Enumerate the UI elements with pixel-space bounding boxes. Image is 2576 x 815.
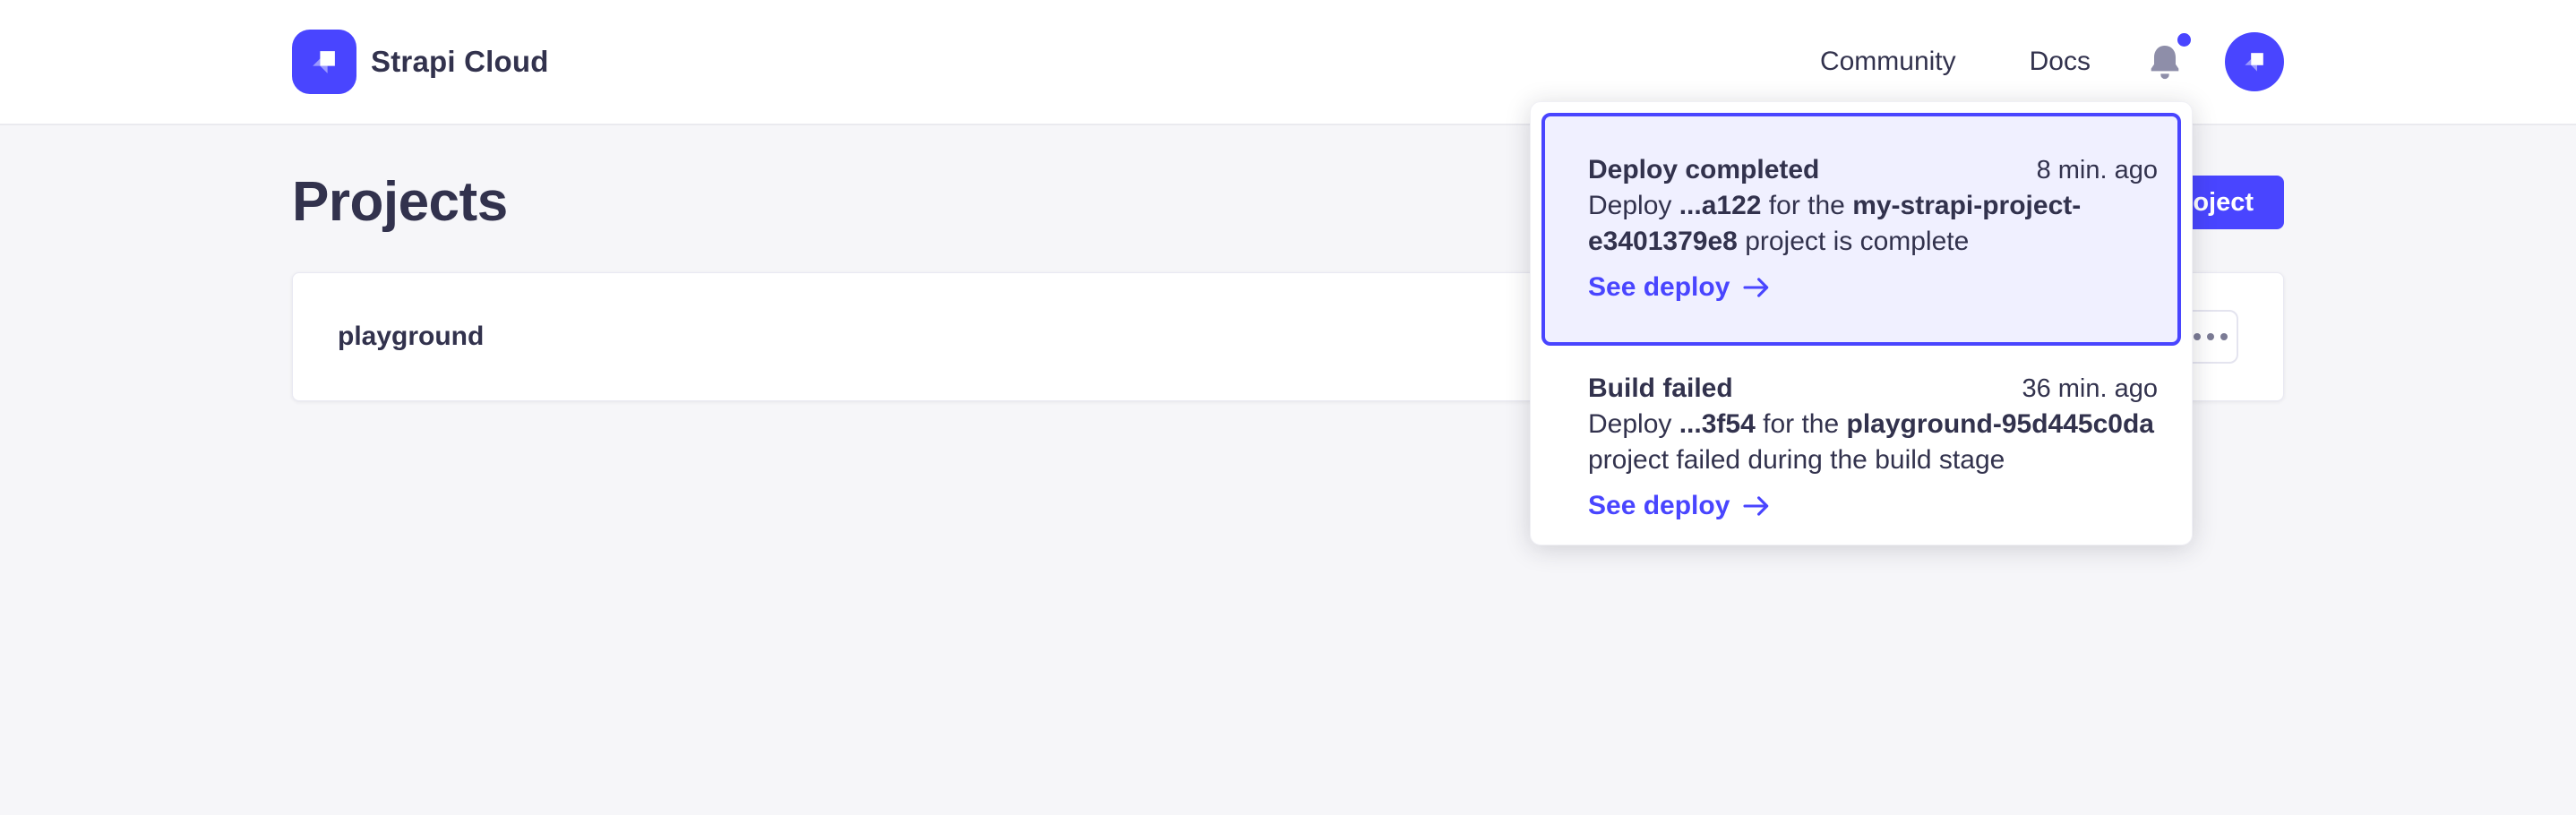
arrow-right-icon — [1742, 494, 1771, 518]
body-text: for the — [1761, 191, 1852, 220]
notification-title-row: Build failed 36 min. ago — [1588, 371, 2158, 407]
see-deploy-label: See deploy — [1588, 272, 1730, 303]
project-name: playground — [338, 322, 484, 352]
notifications-panel: Deploy completed 8 min. ago Deploy ...a1… — [1530, 101, 2193, 545]
notification-item-deploy-completed[interactable]: Deploy completed 8 min. ago Deploy ...a1… — [1541, 113, 2181, 346]
body-text: Deploy — [1588, 191, 1679, 220]
strapi-logo-icon — [292, 30, 356, 94]
nav-link-docs[interactable]: Docs — [2030, 47, 2091, 77]
body-text: project is complete — [1738, 227, 1969, 256]
user-avatar[interactable] — [2225, 32, 2284, 91]
bell-icon — [2150, 44, 2180, 80]
notification-title: Deploy completed — [1588, 152, 1819, 188]
project-ref: playground-95d445c0da — [1847, 409, 2154, 439]
notification-title-row: Deploy completed 8 min. ago — [1588, 152, 2158, 188]
see-deploy-label: See deploy — [1588, 491, 1730, 521]
see-deploy-link[interactable]: See deploy — [1588, 491, 1771, 521]
body-text: project failed during the build stage — [1588, 445, 2005, 475]
brand-name: Strapi Cloud — [371, 45, 549, 79]
notification-title: Build failed — [1588, 371, 1733, 407]
arrow-right-icon — [1742, 276, 1771, 299]
strapi-mark-icon — [2237, 45, 2271, 79]
notification-timestamp: 8 min. ago — [2037, 152, 2158, 188]
see-deploy-link[interactable]: See deploy — [1588, 272, 1771, 303]
deploy-hash: ...3f54 — [1679, 409, 1756, 439]
body-text: Deploy — [1588, 409, 1679, 439]
notification-body: Deploy ...3f54 for the playground-95d445… — [1588, 407, 2158, 478]
top-nav: Community Docs — [1820, 32, 2284, 91]
body-text: for the — [1756, 409, 1847, 439]
deploy-hash: ...a122 — [1679, 191, 1762, 220]
notifications-bell-button[interactable] — [2150, 44, 2180, 80]
notification-item-build-failed[interactable]: Build failed 36 min. ago Deploy ...3f54 … — [1541, 346, 2181, 534]
notification-body: Deploy ...a122 for the my-strapi-project… — [1588, 188, 2158, 260]
notification-timestamp: 36 min. ago — [2022, 371, 2158, 407]
brand-home-link[interactable]: Strapi Cloud — [292, 30, 549, 94]
notification-dot — [2177, 33, 2191, 47]
nav-link-community[interactable]: Community — [1820, 47, 1956, 77]
ellipsis-icon — [2194, 333, 2228, 340]
strapi-mark-icon — [304, 41, 345, 82]
page-title: Projects — [292, 168, 508, 236]
